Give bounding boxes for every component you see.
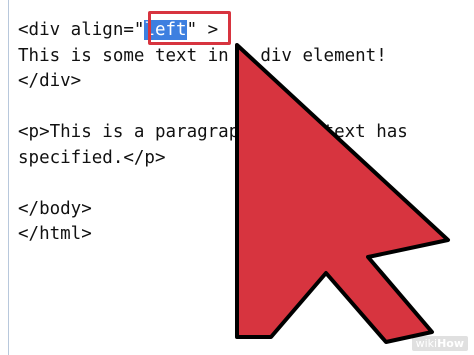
wikihow-watermark: wiki How bbox=[411, 336, 468, 351]
watermark-wiki-text: wiki bbox=[415, 337, 438, 350]
mouse-pointer-arrow-icon bbox=[235, 43, 450, 344]
watermark-how-text: How bbox=[437, 337, 464, 350]
code-editor[interactable]: <div align="left" > This is some text in … bbox=[0, 0, 474, 355]
